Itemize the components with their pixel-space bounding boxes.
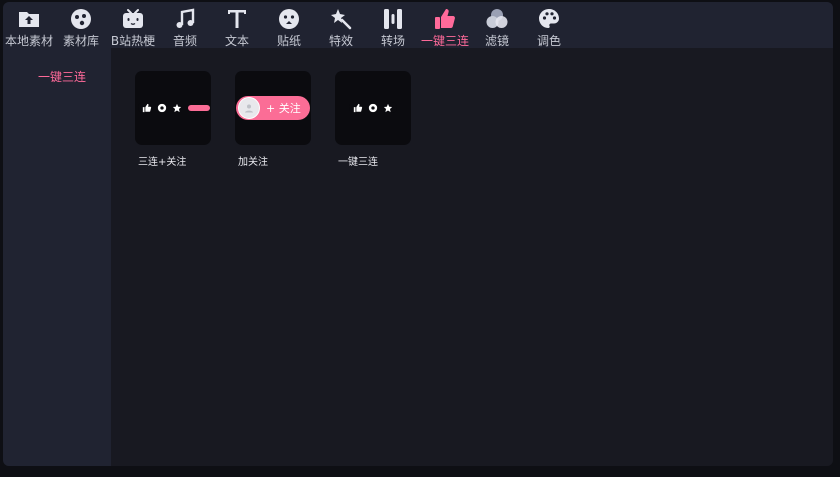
avatar-placeholder-icon: [245, 104, 253, 113]
tool-label: 特效: [328, 34, 353, 48]
asset-toolbar: 本地素材 素材库 B站热梗 音频 文本 贴纸 特效 转场 一键三连 滤镜 调色: [3, 2, 833, 48]
template-thumbnail: + 关注: [235, 71, 311, 145]
music-note-icon: [176, 8, 195, 28]
tool-triple-combo[interactable]: 一键三连: [419, 2, 471, 48]
tool-material-library[interactable]: 素材库: [55, 2, 107, 48]
category-sidebar: 一键三连: [3, 48, 111, 466]
star-icon: [172, 103, 182, 112]
tool-transition[interactable]: 转场: [367, 2, 419, 48]
thumbs-up-icon: [435, 9, 455, 29]
thumbs-up-icon: [353, 103, 363, 112]
template-caption: 一键三连: [338, 157, 378, 168]
tool-label: 调色: [536, 34, 561, 48]
sidebar-item-triple-combo[interactable]: 一键三连: [3, 68, 121, 85]
tool-bili-memes[interactable]: B站热梗: [107, 2, 159, 48]
star-icon: [383, 103, 393, 112]
follow-label: + 关注: [266, 102, 301, 115]
template-thumbnail: [335, 71, 411, 145]
bilibili-tv-icon: [123, 9, 143, 28]
template-thumbnail: [135, 71, 211, 145]
template-caption: 加关注: [238, 157, 268, 168]
tool-label: 本地素材: [4, 34, 53, 48]
template-caption: 三连+关注: [138, 157, 187, 168]
tool-text[interactable]: 文本: [211, 2, 263, 48]
thumbs-up-icon: [142, 103, 152, 112]
magic-wand-icon: [331, 9, 352, 30]
tool-audio[interactable]: 音频: [159, 2, 211, 48]
template-card-triple-follow[interactable]: 三连+关注: [135, 71, 211, 168]
tool-label: 素材库: [62, 34, 99, 48]
tool-label: 贴纸: [276, 34, 301, 48]
tool-effects[interactable]: 特效: [315, 2, 367, 48]
editor-panel: 本地素材 素材库 B站热梗 音频 文本 贴纸 特效 转场 一键三连 滤镜 调色 …: [3, 2, 833, 466]
transition-icon: [384, 9, 402, 29]
tool-label: 音频: [172, 34, 197, 48]
tool-color-grading[interactable]: 调色: [523, 2, 575, 48]
follow-mini-pill: [188, 104, 210, 111]
triple-combo-bar: [349, 102, 397, 113]
tool-label: 滤镜: [484, 34, 509, 48]
tool-filter[interactable]: 滤镜: [471, 2, 523, 48]
upload-folder-icon: [19, 12, 39, 27]
coin-icon: [368, 103, 378, 112]
tool-label: 一键三连: [420, 34, 469, 48]
template-card-follow[interactable]: + 关注 加关注: [235, 71, 311, 168]
tool-local-media[interactable]: 本地素材: [3, 2, 55, 48]
template-card-triple[interactable]: 一键三连: [335, 71, 411, 168]
materials-icon: [71, 9, 91, 29]
palette-icon: [539, 9, 559, 28]
text-t-icon: [228, 10, 246, 28]
avatar: [238, 97, 260, 119]
triple-combo-bar: [138, 102, 210, 113]
tool-sticker[interactable]: 贴纸: [263, 2, 315, 48]
filter-circles-icon: [486, 9, 508, 28]
template-grid: 三连+关注 + 关注 加关注 一键三连: [111, 48, 833, 466]
coin-icon: [157, 103, 167, 112]
tool-label: 文本: [224, 34, 249, 48]
tool-label: B站热梗: [110, 34, 156, 48]
sticker-icon: [279, 9, 299, 29]
follow-pill: + 关注: [236, 96, 310, 120]
tool-label: 转场: [380, 34, 405, 48]
